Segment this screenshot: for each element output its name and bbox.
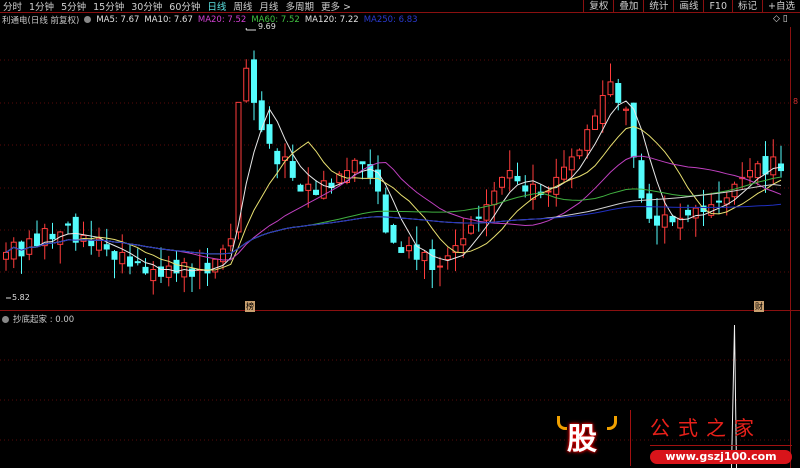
candle-body: [607, 81, 614, 96]
candle-body: [390, 224, 397, 243]
candle-body: [10, 241, 17, 260]
candle-body: [669, 215, 676, 223]
candle-body: [359, 161, 366, 165]
horn-icon: [557, 416, 567, 430]
candle-body: [382, 194, 389, 233]
candle-body: [243, 67, 250, 102]
candle-body: [522, 185, 529, 192]
horn-icon: [607, 416, 617, 430]
candle-body: [561, 166, 567, 180]
candle-body: [468, 224, 474, 234]
candle-body: [103, 244, 110, 250]
candle-body: [661, 214, 668, 228]
candle-body: [568, 156, 575, 171]
price-axis-label: 8: [793, 97, 799, 106]
candle-body: [638, 160, 645, 199]
candle-body: [165, 265, 172, 278]
candle-body: [654, 215, 660, 226]
candle-body: [762, 156, 769, 175]
candle-body: [266, 124, 273, 144]
candle-body: [506, 170, 513, 179]
watermark-name: 公式之家: [650, 416, 762, 440]
candle-body: [514, 175, 521, 182]
candle-body: [623, 108, 629, 111]
candle-body: [251, 59, 257, 103]
candle-body: [235, 101, 242, 233]
candle-body: [3, 251, 9, 260]
event-tag[interactable]: 财: [754, 301, 764, 312]
candle-body: [444, 255, 451, 260]
indicator-header: 抄底起家 : 0.00: [2, 313, 74, 325]
candle-body: [204, 262, 211, 274]
candle-body: [258, 100, 265, 131]
candle-body: [49, 233, 56, 240]
candle-body: [576, 149, 583, 157]
candle-body: [584, 129, 591, 151]
watermark-divider: [630, 410, 631, 466]
axis-border: [790, 27, 791, 468]
candle-body: [421, 251, 428, 262]
indicator-settings-icon[interactable]: [2, 315, 9, 323]
candle-body: [599, 95, 606, 124]
watermark-logo: 股: [567, 422, 597, 457]
candle-body: [305, 183, 312, 191]
low-price-marker: 5.82: [12, 293, 30, 302]
candle-body: [111, 251, 118, 260]
candle-body: [491, 190, 498, 206]
diamond-icon[interactable]: ◇ ▯: [773, 14, 788, 24]
candle-body: [685, 209, 691, 216]
candle-body: [134, 261, 141, 264]
candle-body: [716, 200, 722, 203]
candle-body: [88, 240, 95, 247]
event-tag[interactable]: 榜: [245, 301, 255, 312]
candle-body: [437, 265, 443, 268]
candle-body: [150, 268, 157, 282]
candle-body: [406, 245, 412, 252]
candle-body: [297, 184, 304, 192]
candle-body: [34, 233, 40, 247]
candle-body: [460, 238, 467, 246]
candle-body: [630, 102, 637, 158]
candle-body: [770, 156, 777, 176]
candle-body: [398, 247, 405, 253]
candle-body: [429, 249, 436, 270]
candle-body: [646, 193, 653, 219]
candle-body: [289, 161, 296, 178]
candle-body: [142, 266, 149, 274]
candle-body: [18, 241, 25, 257]
indicator-label: 抄底起家 : 0.00: [13, 315, 75, 325]
high-price-marker: 9.69: [258, 22, 276, 31]
candle-body: [499, 176, 505, 188]
candle-body: [227, 238, 234, 247]
candle-body: [26, 238, 33, 255]
watermark-url: www.gszj100.com: [650, 450, 792, 464]
watermark-line: [650, 445, 792, 446]
candle-body: [475, 216, 482, 219]
candle-body: [119, 251, 126, 265]
candle-body: [615, 83, 622, 103]
candle-body: [65, 223, 71, 226]
candle-body: [72, 216, 79, 243]
panel-divider[interactable]: [0, 310, 800, 311]
watermark: 股 公式之家 www.gszj100.com: [555, 410, 795, 466]
candle-body: [274, 150, 281, 165]
candle-body: [313, 189, 319, 195]
candle-body: [747, 170, 753, 178]
candle-body: [127, 256, 133, 267]
candle-body: [754, 163, 761, 179]
candle-body: [592, 115, 598, 130]
price-chart[interactable]: [0, 0, 800, 468]
candle-body: [351, 159, 358, 173]
